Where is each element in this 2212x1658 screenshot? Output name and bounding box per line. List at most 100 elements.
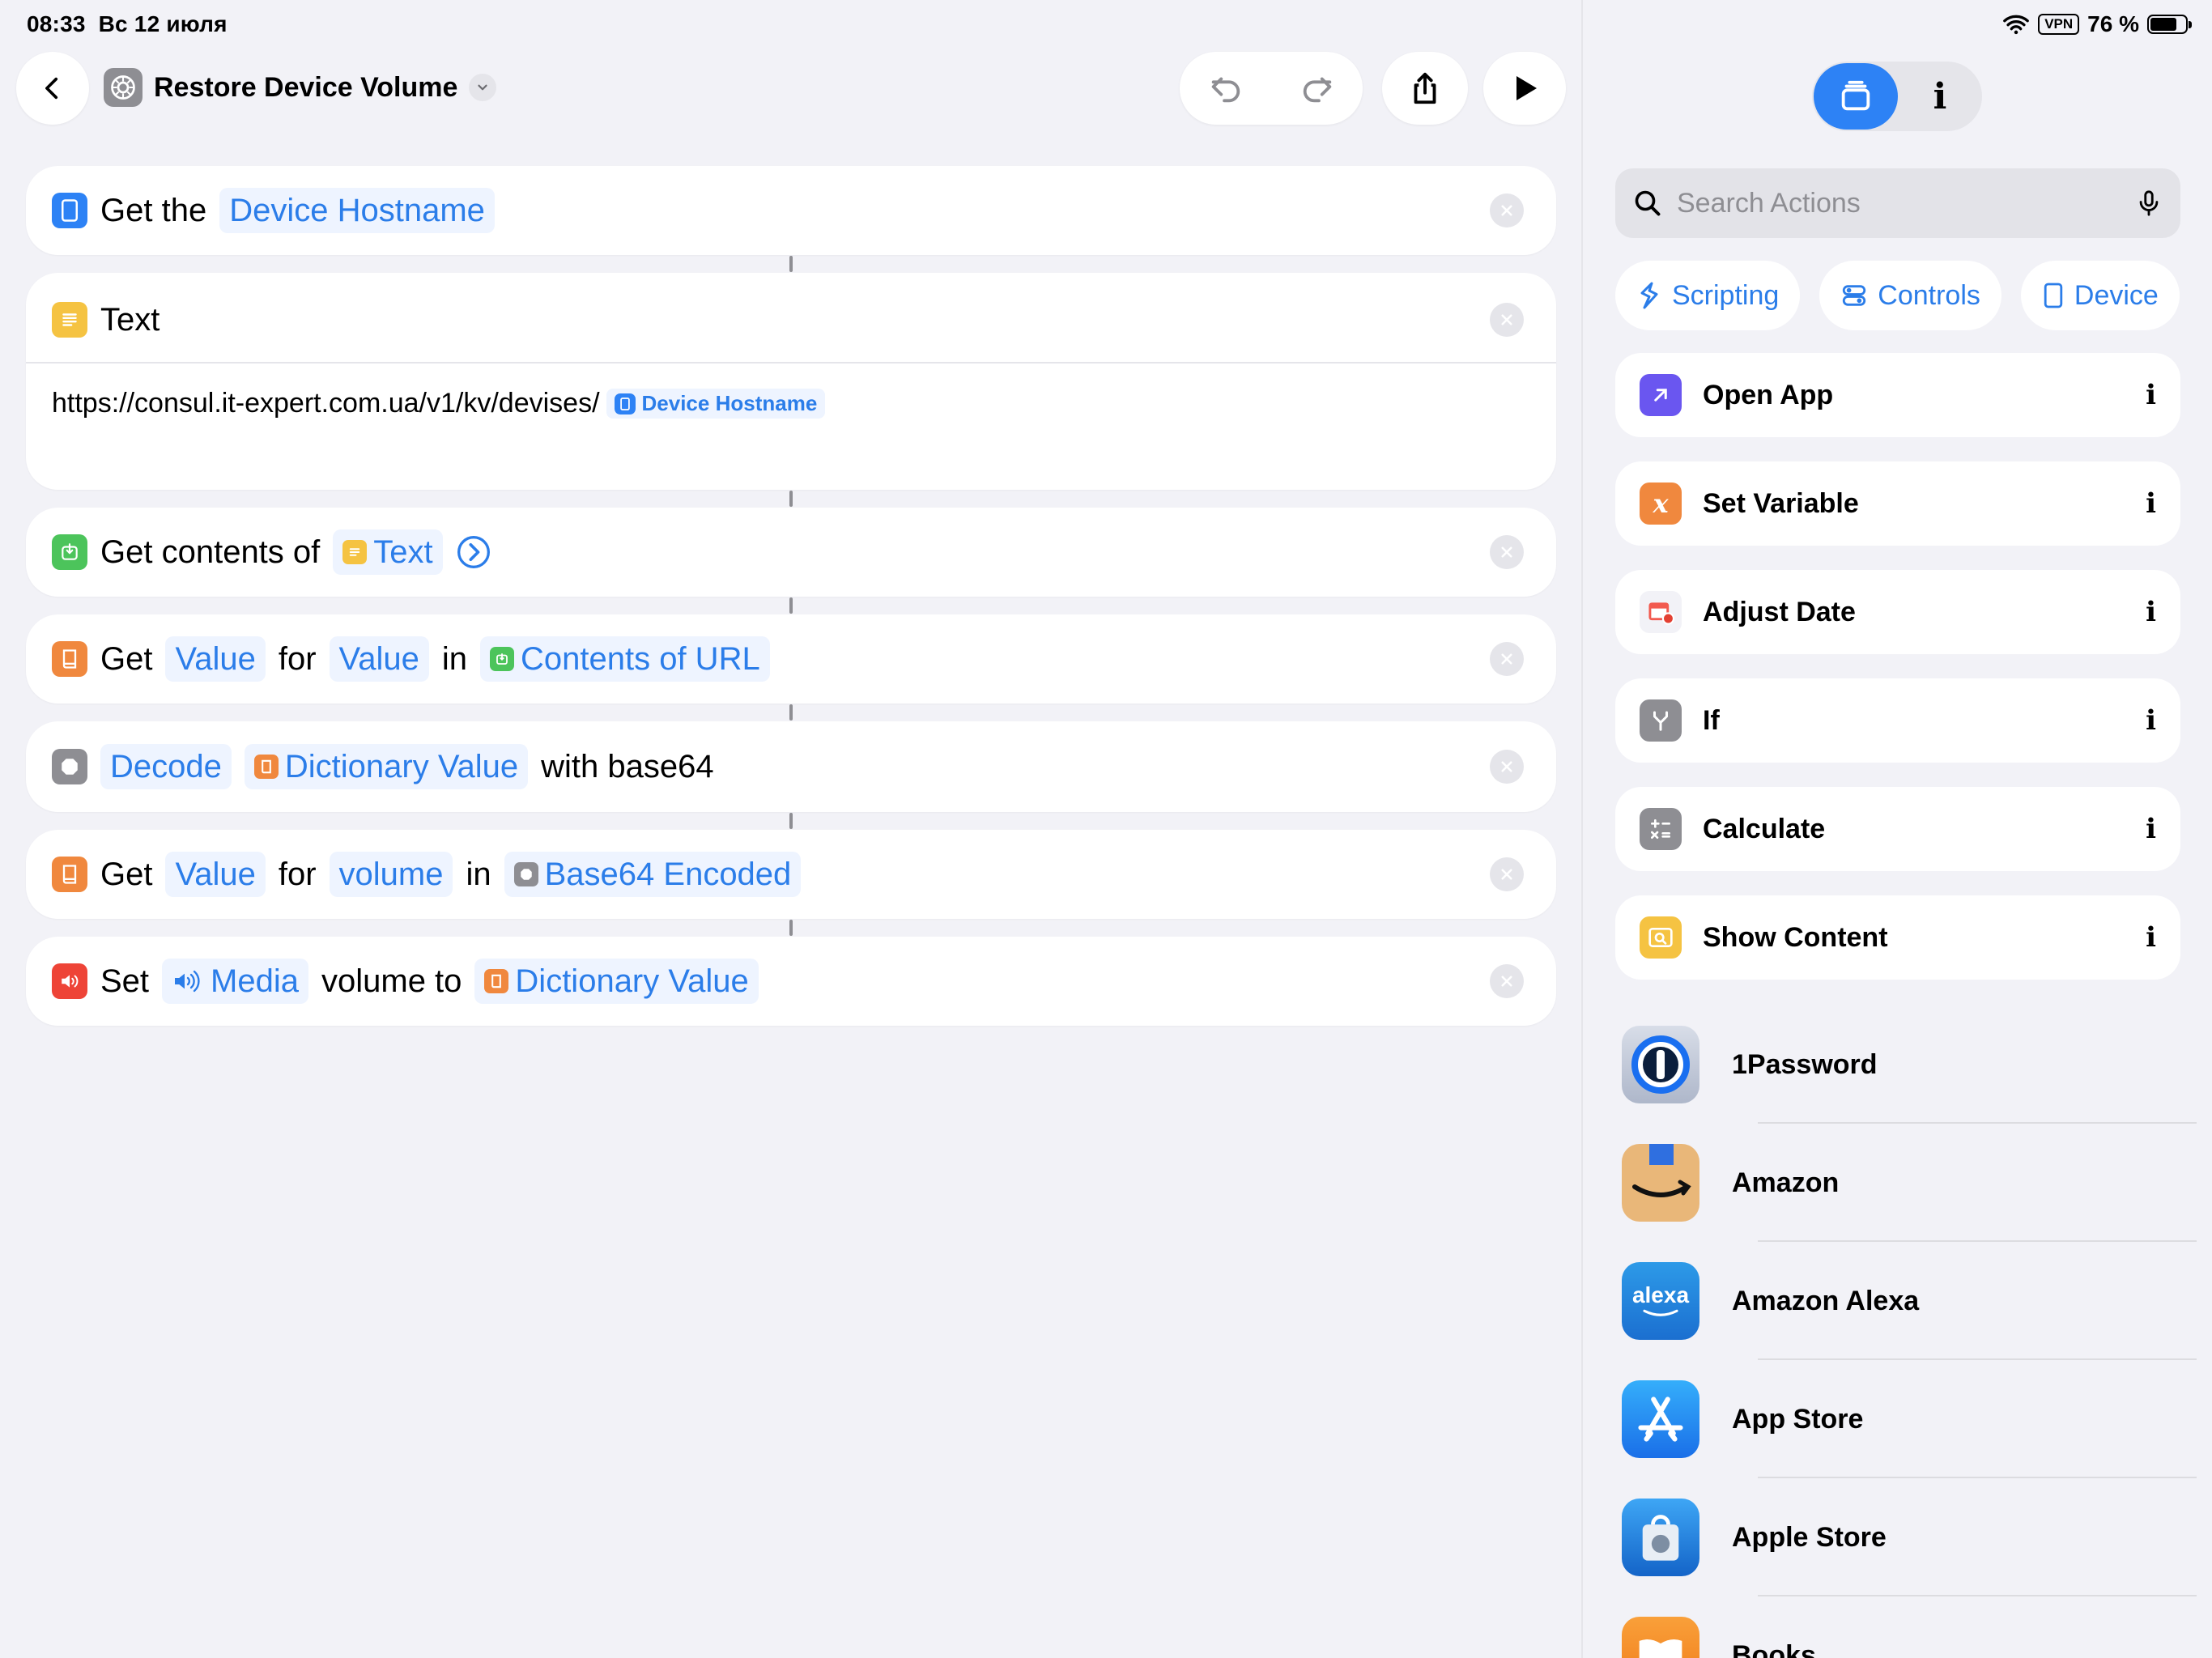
app-row-app-store[interactable]: App Store	[1622, 1360, 2197, 1478]
text-token[interactable]: Text	[333, 529, 443, 575]
action-get-volume-value[interactable]: Get Value for volume in Base64 Encoded	[26, 830, 1556, 919]
app-row-books[interactable]: Books	[1622, 1596, 2197, 1658]
action-row: Get the Device Hostname	[52, 166, 508, 255]
action-row: Decode Dictionary Value with base64	[52, 721, 727, 812]
remove-action-button[interactable]	[1490, 535, 1524, 569]
action-open-app[interactable]: Open App i	[1615, 353, 2180, 437]
token-label: Text	[373, 534, 433, 570]
dictionary-icon	[253, 755, 279, 779]
token-label: Media	[211, 963, 299, 999]
action-row: Text	[52, 273, 172, 367]
token-label: Contents of URL	[521, 641, 760, 677]
action-decode-base64[interactable]: Decode Dictionary Value with base64	[26, 721, 1556, 812]
run-button[interactable]	[1483, 52, 1566, 125]
alexa-logo: alexa	[1631, 1282, 1690, 1307]
word-volume-to: volume to	[321, 963, 462, 999]
dictionary-value-token[interactable]: Dictionary Value	[244, 744, 529, 789]
info-icon[interactable]: i	[2146, 704, 2156, 737]
word-in: in	[466, 856, 491, 892]
apple-store-icon	[1622, 1499, 1699, 1576]
info-icon[interactable]: i	[2146, 596, 2156, 628]
info-icon[interactable]: i	[2146, 487, 2156, 520]
action-get-contents-of-url[interactable]: Get contents of Text	[26, 508, 1556, 597]
contents-of-url-token[interactable]: Contents of URL	[480, 636, 770, 682]
back-button[interactable]	[16, 52, 89, 125]
remove-action-button[interactable]	[1490, 964, 1524, 998]
close-icon	[1501, 546, 1512, 558]
chevron-left-icon	[45, 77, 58, 100]
redo-icon[interactable]	[1299, 70, 1336, 107]
action-adjust-date[interactable]: Adjust Date i	[1615, 570, 2180, 654]
remove-action-button[interactable]	[1490, 642, 1524, 676]
dictionary-icon	[52, 857, 87, 892]
key-token[interactable]: Value	[329, 636, 429, 682]
chip-controls[interactable]: Controls	[1819, 261, 2001, 330]
alexa-icon: alexa	[1622, 1262, 1699, 1340]
media-token[interactable]: Media	[162, 959, 308, 1004]
decode-mode-token[interactable]: Decode	[100, 744, 232, 789]
action-get-dictionary-value[interactable]: Get Value for Value in Contents of URL	[26, 614, 1556, 704]
app-row-amazon[interactable]: Amazon	[1622, 1124, 2197, 1242]
shortcut-title-menu[interactable]: Restore Device Volume	[104, 68, 497, 107]
library-icon	[1841, 80, 1870, 111]
value-token[interactable]: Value	[165, 852, 266, 897]
action-if[interactable]: If i	[1615, 678, 2180, 763]
status-time: 08:33	[27, 11, 86, 36]
status-time-date: 08:33 Вс 12 июля	[27, 11, 240, 37]
status-date: Вс 12 июля	[98, 11, 228, 36]
search-field[interactable]: Search Actions	[1615, 168, 2180, 238]
action-calculate[interactable]: Calculate i	[1615, 787, 2180, 871]
action-text[interactable]: Text https://consul.it-expert.com.ua/v1/…	[26, 273, 1556, 490]
chip-device[interactable]: Device	[2020, 261, 2180, 330]
info-icon[interactable]: i	[2146, 921, 2156, 954]
speaker-icon	[52, 963, 87, 999]
ipad-icon	[614, 393, 636, 414]
info-icon[interactable]: i	[2146, 813, 2156, 845]
text-icon	[52, 302, 87, 338]
remove-action-button[interactable]	[1490, 193, 1524, 227]
word-in: in	[441, 640, 467, 677]
microphone-icon[interactable]	[2135, 188, 2163, 219]
toggles-icon	[1843, 285, 1866, 306]
action-label: Get the	[100, 192, 207, 228]
action-set-variable[interactable]: x Set Variable i	[1615, 461, 2180, 546]
wifi-icon	[2003, 15, 2030, 35]
app-row-1password[interactable]: 1Password	[1622, 1005, 2197, 1124]
action-row: Get Value for volume in Base64 Encoded	[52, 830, 814, 919]
play-icon	[1516, 76, 1537, 100]
search-input[interactable]: Search Actions	[1677, 188, 1861, 219]
calendar-icon	[1640, 591, 1682, 633]
chip-scripting[interactable]: Scripting	[1615, 261, 1801, 330]
actions-library-tab[interactable]	[1814, 63, 1898, 130]
chevron-right-circle-icon[interactable]	[456, 534, 491, 570]
app-name: Apple Store	[1732, 1521, 1887, 1553]
key-token[interactable]: volume	[329, 852, 453, 897]
dictionary-value-token[interactable]: Dictionary Value	[474, 959, 759, 1004]
base64-encoded-token[interactable]: Base64 Encoded	[504, 852, 802, 897]
info-tab[interactable]: i	[1898, 62, 1982, 131]
remove-action-button[interactable]	[1490, 750, 1524, 784]
undo-icon[interactable]	[1207, 70, 1244, 107]
undo-redo-group	[1180, 52, 1363, 125]
info-icon[interactable]: i	[2146, 379, 2156, 411]
variable-icon: x	[1640, 483, 1682, 525]
text-field[interactable]: https://consul.it-expert.com.ua/v1/kv/de…	[52, 388, 1530, 419]
action-name: Set Variable	[1703, 487, 1859, 519]
gear-icon	[104, 68, 143, 107]
app-row-amazon-alexa[interactable]: alexa Amazon Alexa	[1622, 1242, 2197, 1360]
category-chips: Scripting Controls Device	[1615, 261, 2180, 330]
remove-action-button[interactable]	[1490, 857, 1524, 891]
value-token[interactable]: Value	[165, 636, 266, 682]
connector	[789, 704, 793, 721]
share-button[interactable]	[1382, 52, 1468, 125]
device-hostname-token[interactable]: Device Hostname	[606, 389, 826, 419]
app-row-apple-store[interactable]: Apple Store	[1622, 1478, 2197, 1596]
action-set-volume[interactable]: Set Media volume to Dictionary Value	[26, 937, 1556, 1026]
action-show-content[interactable]: Show Content i	[1615, 895, 2180, 980]
remove-action-button[interactable]	[1490, 303, 1524, 337]
device-hostname-token[interactable]: Device Hostname	[219, 188, 495, 233]
branch-icon	[1640, 699, 1682, 742]
word-with-base64: with base64	[541, 748, 714, 784]
action-get-device-hostname[interactable]: Get the Device Hostname	[26, 166, 1556, 255]
calculator-icon	[1640, 808, 1682, 850]
